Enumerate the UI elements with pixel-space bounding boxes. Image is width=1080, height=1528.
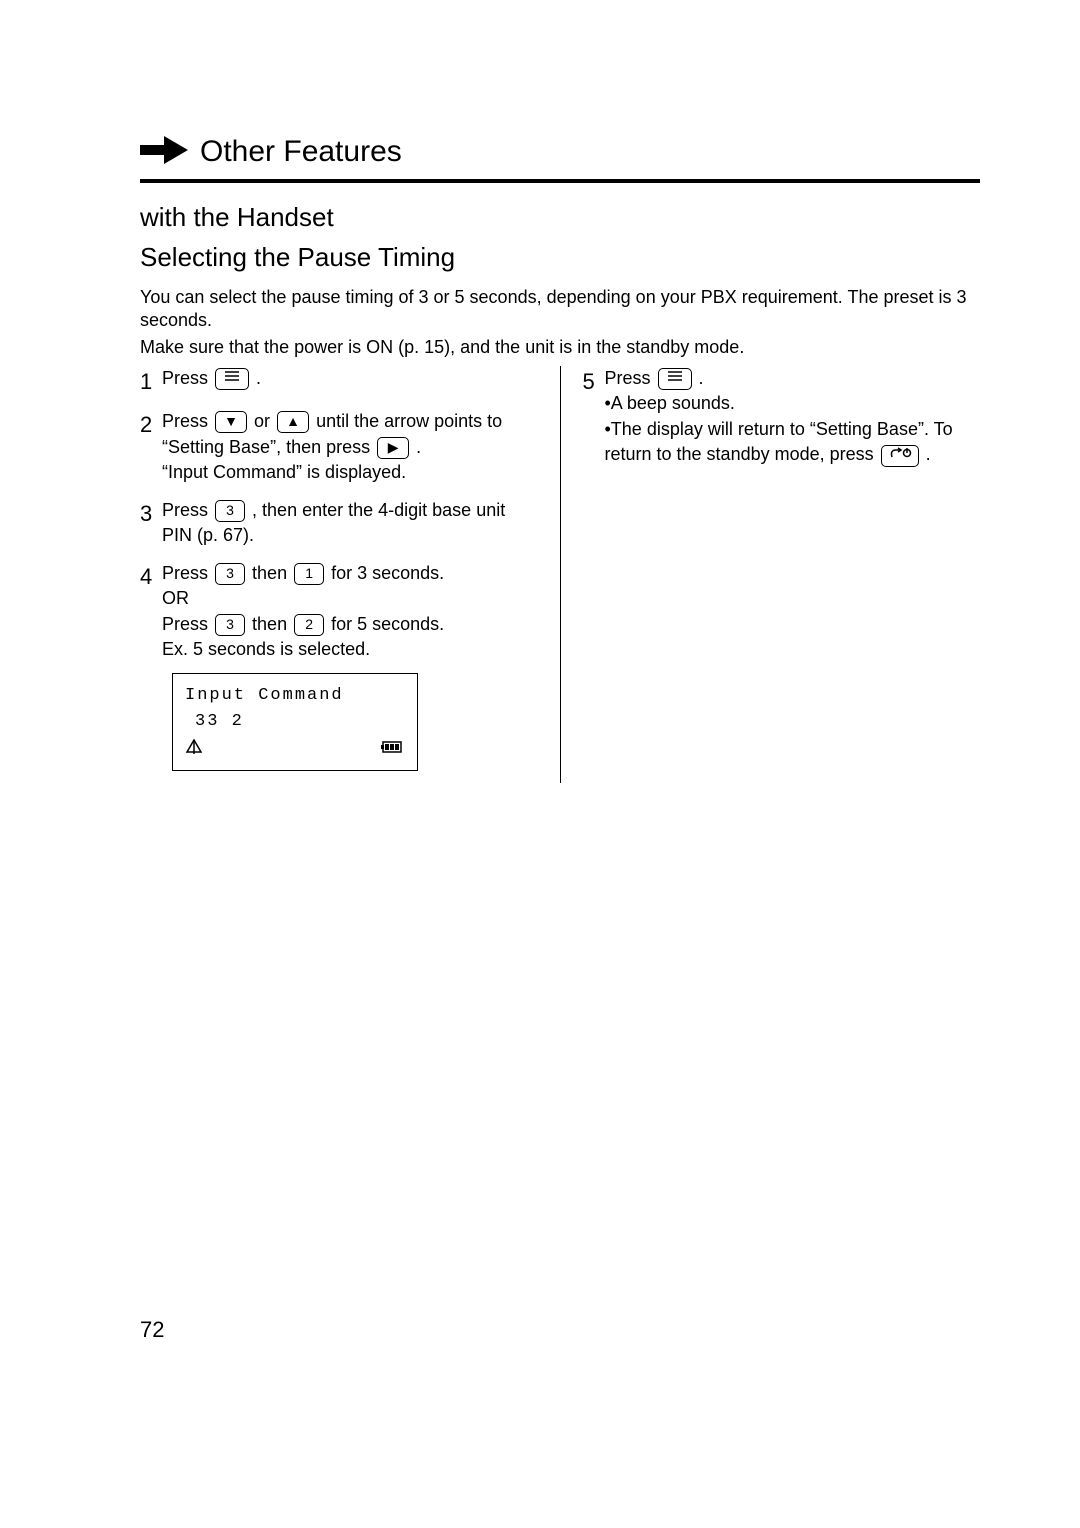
intro-paragraph-1: You can select the pause timing of 3 or … [140,286,980,333]
section-header: Other Features [140,135,980,169]
page-subtitle: with the Handset Selecting the Pause Tim… [140,197,980,278]
text: then [252,614,292,634]
text: then [252,563,292,583]
step-3: 3 Press 3 , then enter the 4-digit base … [140,498,538,549]
step-number: 4 [140,561,162,771]
lcd-display: Input Command 33 2 [172,673,418,771]
text: . [699,368,704,388]
text: Press [162,563,208,583]
text: Press [162,411,208,431]
text: Setting Base [816,419,918,439]
text: for 3 seconds. [331,563,444,583]
menu-key-icon [215,368,249,390]
text: , then enter the 4-digit base unit PIN (… [162,500,505,546]
step-1: 1 Press . [140,366,538,397]
text-or: OR [162,588,189,608]
up-arrow-key-icon: ▲ [277,411,309,433]
text: Press [605,368,651,388]
text: . [926,444,931,464]
number-3-key-icon: 3 [215,500,245,522]
text: •The display will return to “ [605,419,816,439]
text: Press [162,368,208,388]
step-5: 5 Press . •A beep sounds. •The display w… [583,366,981,468]
text: or [254,411,275,431]
text: . [416,437,421,457]
step-2: 2 Press ▼ or ▲ until the arrow points to… [140,409,538,486]
menu-key-icon [658,368,692,390]
lcd-line-1: Input Command [185,684,405,708]
lcd-line-2: 33 2 [195,710,405,734]
number-1-key-icon: 1 [294,563,324,585]
subtitle-line-2: Selecting the Pause Timing [140,242,455,272]
off-key-icon [881,445,919,467]
page-number: 72 [140,1317,164,1343]
section-title: Other Features [200,135,402,169]
text: Press [162,614,208,634]
divider [140,179,980,183]
step-4: 4 Press 3 then 1 for 3 seconds. OR Press… [140,561,538,771]
intro-paragraph-2: Make sure that the power is ON (p. 15), … [140,336,980,359]
text: Ex. 5 seconds is selected. [162,639,370,659]
down-arrow-key-icon: ▼ [215,411,247,433]
step-number: 2 [140,409,162,486]
signal-icon [185,738,203,764]
text: Press [162,500,208,520]
subtitle-line-1: with the Handset [140,202,334,232]
text: “Input Command” is displayed. [162,462,406,482]
text: •A beep sounds. [605,393,735,413]
right-arrow-key-icon: ▶ [377,437,409,459]
number-2-key-icon: 2 [294,614,324,636]
text: for 5 seconds. [331,614,444,634]
arrow-right-icon [140,136,188,169]
number-3-key-icon: 3 [215,614,245,636]
text: Setting Base [168,437,270,457]
right-column: 5 Press . •A beep sounds. •The display w… [561,366,981,783]
text: ”, then press [270,437,375,457]
number-3-key-icon: 3 [215,563,245,585]
step-number: 5 [583,366,605,468]
battery-icon [381,738,405,764]
step-number: 3 [140,498,162,549]
left-column: 1 Press . 2 Press ▼ or ▲ until the arrow… [140,366,561,783]
step-number: 1 [140,366,162,397]
text: . [256,368,261,388]
